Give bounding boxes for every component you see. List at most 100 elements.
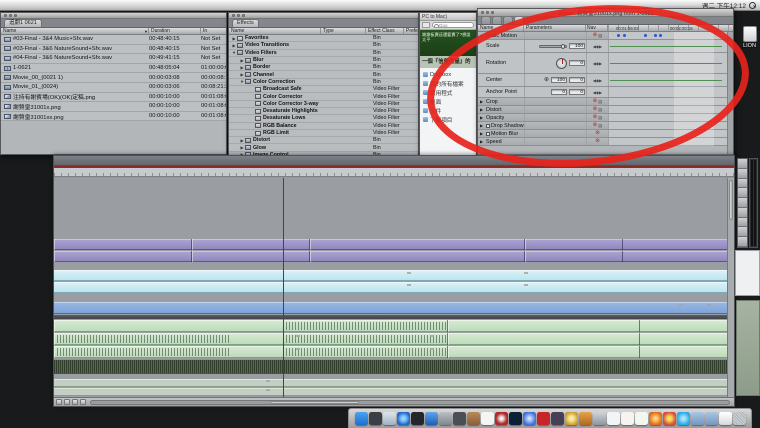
keyframe-graph-cell[interactable] xyxy=(608,53,733,73)
tool-select-track[interactable] xyxy=(738,178,747,189)
effects-row[interactable]: ▶ Blur Bin xyxy=(229,56,418,65)
timeline-ruler[interactable] xyxy=(54,168,734,177)
skype-icon[interactable] xyxy=(676,412,690,425)
dashboard-icon[interactable] xyxy=(368,412,382,425)
timeline-clip[interactable] xyxy=(525,251,623,262)
mail-icon[interactable] xyxy=(382,412,396,425)
effects-row[interactable]: ▼ Video Filters Bin xyxy=(229,49,418,57)
tool-zoom[interactable] xyxy=(738,198,747,208)
keyframe-graph-cell[interactable] xyxy=(608,32,733,39)
effects-row[interactable]: ▶ Glow Bin xyxy=(229,144,418,152)
timeline-clip[interactable] xyxy=(309,239,526,250)
sidebar-item[interactable]: 文件 xyxy=(420,106,476,115)
keyframe-graph-cell[interactable] xyxy=(608,106,733,113)
final-cut-pro-icon[interactable] xyxy=(550,412,564,425)
browser-row[interactable]: #04-Final - 3&6 NatureSound+Sfx.wav 00:4… xyxy=(1,54,226,64)
clip-overlays-button[interactable] xyxy=(72,399,78,405)
tool-hand[interactable] xyxy=(738,237,747,248)
disclosure-triangle-icon[interactable]: ▶ xyxy=(480,107,485,112)
photoshop-icon[interactable] xyxy=(508,412,522,425)
sidebar-item[interactable]: 應用程式 xyxy=(420,88,476,97)
effects-row[interactable]: ▶ Video Transitions Bin xyxy=(229,42,418,50)
reset-button[interactable]: ⊗ xyxy=(595,138,600,144)
disclosure-triangle-icon[interactable]: ▶ xyxy=(480,131,485,136)
effects-row[interactable]: RGB Balance Video Filter xyxy=(229,122,418,130)
disclosure-triangle-icon[interactable]: ▼ xyxy=(480,33,485,38)
keyframe-graph-cell[interactable] xyxy=(608,74,733,86)
downloads-folder-icon[interactable] xyxy=(690,412,704,425)
column-name[interactable]: Name ▼ xyxy=(1,28,149,34)
viewer-tab[interactable] xyxy=(514,16,524,24)
itunes-icon[interactable] xyxy=(522,412,536,425)
disclosure-triangle-icon[interactable]: ▶ xyxy=(480,99,485,104)
effects-row[interactable]: RGB Limit Video Filter xyxy=(229,129,418,138)
word-icon[interactable] xyxy=(606,412,620,425)
viewer-tab[interactable] xyxy=(503,16,513,24)
timeline-clip[interactable] xyxy=(309,251,526,262)
value-slider[interactable] xyxy=(539,44,567,49)
reset-button[interactable]: ⊗ xyxy=(593,106,598,112)
effects-row[interactable]: ▶ Favorites Bin xyxy=(229,35,418,43)
motion-icon[interactable] xyxy=(564,412,578,425)
effects-row[interactable]: Desaturate Highlights Video Filter xyxy=(229,107,418,116)
effects-row[interactable]: ▶ Distort Bin xyxy=(229,137,418,145)
tool-razor-blade[interactable] xyxy=(738,188,747,199)
viewer-vertical-scrollbar[interactable] xyxy=(727,32,733,154)
parameter-row[interactable]: ▶ Crop ⊕ ◀◆▶ ⊗ ▤ xyxy=(478,98,733,106)
disclosure-triangle-icon[interactable]: ▶ xyxy=(480,123,485,128)
disclosure-triangle-icon[interactable]: ▶ xyxy=(480,115,485,120)
disk-utility-icon[interactable] xyxy=(592,412,606,425)
finder-icon[interactable] xyxy=(354,412,368,425)
effects-row[interactable]: Color Corrector Video Filter xyxy=(229,93,418,101)
timeline-vertical-scrollbar[interactable] xyxy=(727,178,734,397)
system-preferences-icon[interactable] xyxy=(438,412,452,425)
adobe-icon[interactable] xyxy=(536,412,550,425)
utilities-icon[interactable] xyxy=(452,412,466,425)
reset-button[interactable]: ⊗ xyxy=(593,32,598,38)
effects-row[interactable]: Broadcast Safe Video Filter xyxy=(229,86,418,94)
column-type[interactable]: Type xyxy=(321,28,366,34)
sidebar-item[interactable]: 桌面 xyxy=(420,97,476,106)
effects-row[interactable]: ▼ Color Correction Bin xyxy=(229,78,418,87)
sidebar-item[interactable]: 我的所有檔案 xyxy=(420,79,476,88)
keyframe-graph-cell[interactable] xyxy=(608,138,733,145)
keyframe-nav-buttons[interactable]: ◀◆▶ xyxy=(593,44,602,49)
spotlight-icon[interactable] xyxy=(749,1,756,9)
effects-row[interactable]: ▶ Channel Bin xyxy=(229,71,418,79)
drag-filter-icon[interactable]: ▤ xyxy=(598,33,602,39)
playhead[interactable] xyxy=(282,178,284,397)
enable-checkbox[interactable] xyxy=(486,123,490,128)
parameter-row[interactable]: ▶ Opacity ⊕ ◀◆▶ ⊗ ▤ xyxy=(478,114,733,122)
documents-folder-icon[interactable] xyxy=(704,412,718,425)
app-store-icon[interactable] xyxy=(424,412,438,425)
keyframe-nav-buttons[interactable]: ◀◆▶ xyxy=(593,90,602,95)
reset-button[interactable]: ⊗ xyxy=(593,122,598,128)
quicktime-icon[interactable] xyxy=(410,412,424,425)
effects-tab[interactable]: Effects xyxy=(232,19,259,27)
sidebar-item[interactable]: Dropbox xyxy=(420,70,476,79)
drag-filter-icon[interactable]: ▤ xyxy=(598,107,602,113)
parameter-row[interactable]: ▶ Motion Blur ⊕ ◀◆▶ ⊗ ▤ xyxy=(478,130,733,138)
tool-distort[interactable] xyxy=(738,217,747,228)
column-preferred[interactable]: Preferre xyxy=(404,28,418,34)
drag-filter-icon[interactable]: ▤ xyxy=(598,99,602,105)
zoom-control[interactable] xyxy=(80,399,86,405)
keyframe-graph-cell[interactable] xyxy=(608,40,733,52)
parameter-row[interactable]: ▶ Drop Shadow ⊕ ◀◆▶ ⊗ ▤ xyxy=(478,122,733,130)
keyframe-graph-cell[interactable] xyxy=(608,114,733,121)
excel-icon[interactable] xyxy=(634,412,648,425)
timeline-clip[interactable] xyxy=(447,346,640,358)
value-field[interactable]: 0 xyxy=(569,77,585,83)
parameter-row[interactable]: Rotation ⊕ 0 ◀◆▶ ⊗ ▤ xyxy=(478,53,733,74)
sidebar-item[interactable]: 下載項目 xyxy=(420,115,476,124)
value-field[interactable]: 100 xyxy=(569,43,585,49)
browser-row[interactable]: 注持有謝賓場(OK)(OK)定稿.png 00:00:10:00 00:01:0… xyxy=(1,92,226,103)
trash-icon[interactable] xyxy=(732,412,746,425)
enable-checkbox[interactable] xyxy=(486,131,490,136)
disclosure-triangle-icon[interactable]: ▶ xyxy=(480,139,485,144)
value-field[interactable]: 0 xyxy=(569,89,585,95)
effects-row[interactable]: ▶ Border Bin xyxy=(229,64,418,72)
browser-titlebar[interactable] xyxy=(1,13,226,19)
clip-keyframes-button[interactable] xyxy=(64,399,70,405)
rotation-dial[interactable] xyxy=(556,57,567,69)
